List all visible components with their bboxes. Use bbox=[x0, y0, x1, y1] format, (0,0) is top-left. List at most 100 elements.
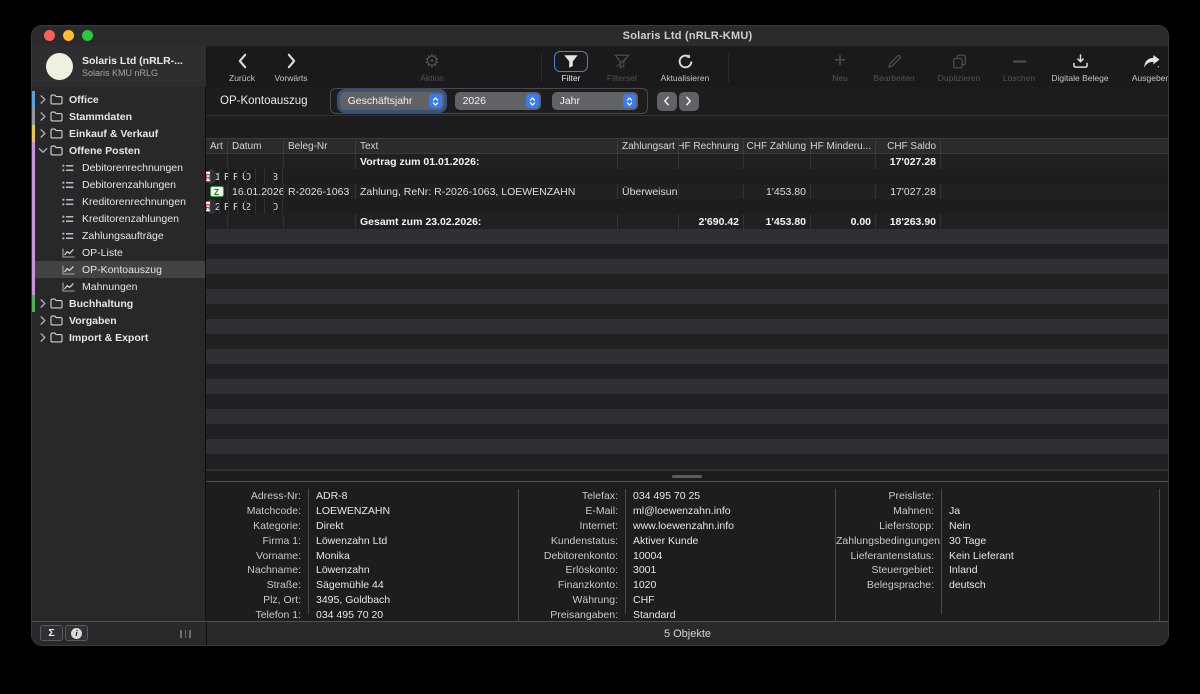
table-row[interactable]: R15.01.2026R-2026-1063Rechnung, ReNr: R-… bbox=[206, 169, 217, 184]
detail-field-lieferstopp: Lieferstopp:Nein bbox=[836, 519, 1159, 534]
back-button[interactable]: Zurück bbox=[221, 47, 263, 87]
field-label: Telefax: bbox=[519, 490, 625, 502]
field-label: Lieferantenstatus: bbox=[836, 550, 941, 562]
sidebar-item-label: Mahnungen bbox=[82, 281, 137, 293]
edit-button[interactable]: Bearbeiten bbox=[867, 47, 921, 87]
sidebar-item-einkauf-verkauf[interactable]: Einkauf & Verkauf bbox=[32, 125, 205, 142]
sidebar-item-debitorenzahlungen[interactable]: Debitorenzahlungen bbox=[32, 176, 205, 193]
column-header-text[interactable]: Text bbox=[356, 139, 618, 153]
chevron-collapsed-icon[interactable] bbox=[38, 333, 48, 342]
sum-button[interactable]: Σ bbox=[40, 625, 63, 641]
previous-period-button[interactable] bbox=[657, 92, 677, 111]
minimize-window-icon[interactable] bbox=[63, 30, 74, 41]
detail-field-zahlungsbedingungen: Zahlungsbedingungen:30 Tage bbox=[836, 533, 1159, 548]
cell-filler bbox=[941, 214, 1168, 229]
cell-beleg-nr bbox=[284, 214, 356, 229]
cell-filler bbox=[283, 199, 291, 214]
column-header-chf-zahlung[interactable]: CHF Zahlung bbox=[744, 139, 811, 153]
next-period-button[interactable] bbox=[679, 92, 699, 111]
column-header-beleg-nr[interactable]: Beleg-Nr bbox=[284, 139, 356, 153]
detail-field-stra-e: Straße:Sägemühle 44 bbox=[206, 578, 518, 593]
cell-chf-rechnung: 1'236.62 bbox=[247, 199, 256, 214]
period-type-select[interactable]: Geschäftsjahr bbox=[340, 92, 444, 110]
output-button[interactable]: Ausgeben bbox=[1123, 47, 1168, 87]
column-header-datum[interactable]: Datum bbox=[228, 139, 284, 153]
chevron-collapsed-icon[interactable] bbox=[38, 112, 48, 121]
field-label: Finanzkonto: bbox=[519, 579, 625, 591]
info-button[interactable]: i bbox=[65, 625, 88, 641]
field-value: www.loewenzahn.info bbox=[625, 520, 734, 532]
column-header-chf-rechnung[interactable]: CHF Rechnung bbox=[679, 139, 744, 153]
details-column-0: Adress-Nr:ADR-8Matchcode:LOEWENZAHNKateg… bbox=[206, 489, 518, 622]
filter-button[interactable]: Filter bbox=[550, 47, 592, 87]
sidebar-item-office[interactable]: Office bbox=[32, 91, 205, 108]
column-header-chf-minderu[interactable]: CHF Minderu... bbox=[811, 139, 876, 153]
field-label: Mahnen: bbox=[836, 505, 941, 517]
field-label: Erlöskonto: bbox=[519, 564, 625, 576]
sidebar-item-kreditorenzahlungen[interactable]: Kreditorenzahlungen bbox=[32, 210, 205, 227]
table-row[interactable]: R23.02.2026R-2026-1064Rechnung, ReNr: R-… bbox=[206, 199, 217, 214]
column-header-zahlungsart[interactable]: Zahlungsart bbox=[618, 139, 679, 153]
column-header-chf-saldo[interactable]: CHF Saldo bbox=[876, 139, 941, 153]
category-strip bbox=[32, 210, 35, 227]
table-row[interactable]: Z16.01.2026R-2026-1063Zahlung, ReNr: R-2… bbox=[206, 184, 1168, 199]
refresh-button[interactable]: Aktualisieren bbox=[652, 47, 718, 87]
year-select[interactable]: 2026 bbox=[455, 92, 541, 110]
detail-field-erl-skonto: Erlöskonto:3001 bbox=[519, 563, 835, 578]
sidebar-item-offene-posten[interactable]: Offene Posten bbox=[32, 142, 205, 159]
field-value: deutsch bbox=[941, 579, 986, 591]
category-strip bbox=[32, 227, 35, 244]
sidebar-resize-grip[interactable] bbox=[180, 630, 191, 638]
chevron-collapsed-icon[interactable] bbox=[38, 299, 48, 308]
sidebar-item-label: Office bbox=[69, 94, 99, 106]
table-row[interactable]: Vortrag zum 01.01.2026:17'027.28 bbox=[206, 154, 1168, 169]
sidebar-item-import-export[interactable]: Import & Export bbox=[32, 329, 205, 346]
field-value: 034 495 70 25 bbox=[625, 490, 700, 502]
sidebar-item-zahlungsauftr-ge[interactable]: Zahlungsaufträge bbox=[32, 227, 205, 244]
sidebar-item-debitorenrechnungen[interactable]: Debitorenrechnungen bbox=[32, 159, 205, 176]
field-value: Ja bbox=[941, 505, 960, 517]
sidebar-item-op-kontoauszug[interactable]: OP-Kontoauszug bbox=[32, 261, 205, 278]
action-button[interactable]: ⚙ Aktion bbox=[407, 47, 457, 87]
cell-datum: 16.01.2026 bbox=[228, 184, 284, 199]
sidebar-item-op-liste[interactable]: OP-Liste bbox=[32, 244, 205, 261]
zoom-window-icon[interactable] bbox=[82, 30, 93, 41]
cell-beleg-nr: R-2026-1063 bbox=[284, 184, 356, 199]
field-label: Preisangaben: bbox=[519, 609, 625, 621]
chevron-collapsed-icon[interactable] bbox=[38, 95, 48, 104]
app-window: Solaris Ltd (nRLR-KMU) Solaris Ltd (nRLR… bbox=[32, 26, 1168, 645]
close-window-icon[interactable] bbox=[44, 30, 55, 41]
chevron-collapsed-icon[interactable] bbox=[38, 316, 48, 325]
sidebar-item-vorgaben[interactable]: Vorgaben bbox=[32, 312, 205, 329]
field-label: E-Mail: bbox=[519, 505, 625, 517]
cell-chf-rechnung: 2'690.42 bbox=[679, 214, 744, 229]
chevron-collapsed-icon[interactable] bbox=[38, 129, 48, 138]
chevron-expanded-icon[interactable] bbox=[38, 146, 48, 155]
category-strip bbox=[32, 125, 35, 142]
duplicate-button[interactable]: Duplizieren bbox=[929, 47, 989, 87]
table-row[interactable]: Gesamt zum 23.02.2026:2'690.421'453.800.… bbox=[206, 214, 1168, 229]
filterset-button[interactable]: Filterset bbox=[599, 47, 645, 87]
field-value: Nein bbox=[941, 520, 971, 532]
interval-select[interactable]: Jahr bbox=[552, 92, 638, 110]
new-button[interactable]: + Neu bbox=[821, 47, 859, 87]
view-title: OP-Kontoauszug bbox=[220, 95, 308, 107]
sidebar-item-kreditorenrechnungen[interactable]: Kreditorenrechnungen bbox=[32, 193, 205, 210]
table-empty-area[interactable] bbox=[206, 229, 1168, 471]
sidebar-item-mahnungen[interactable]: Mahnungen bbox=[32, 278, 205, 295]
sidebar-item-label: OP-Liste bbox=[82, 247, 123, 259]
cell-datum bbox=[228, 214, 284, 229]
field-value: 3495, Goldbach bbox=[308, 594, 390, 606]
forward-button[interactable]: Vorwärts bbox=[267, 47, 315, 87]
splitter-grip-icon[interactable] bbox=[672, 475, 702, 478]
pane-splitter[interactable] bbox=[206, 471, 1168, 482]
sidebar-item-stammdaten[interactable]: Stammdaten bbox=[32, 108, 205, 125]
detail-field-nachname: Nachname:Löwenzahn bbox=[206, 563, 518, 578]
account-block[interactable]: Solaris Ltd (nRLR-... Solaris KMU nRLG bbox=[32, 46, 207, 87]
digital-documents-button[interactable]: Digitale Belege bbox=[1041, 47, 1119, 87]
sidebar-item-buchhaltung[interactable]: Buchhaltung bbox=[32, 295, 205, 312]
column-header-art[interactable]: Art bbox=[206, 139, 228, 153]
delete-button[interactable]: Löschen bbox=[997, 47, 1041, 87]
chevron-left-icon bbox=[237, 51, 248, 72]
cell-chf-rechnung: 1'453.80 bbox=[247, 169, 256, 184]
